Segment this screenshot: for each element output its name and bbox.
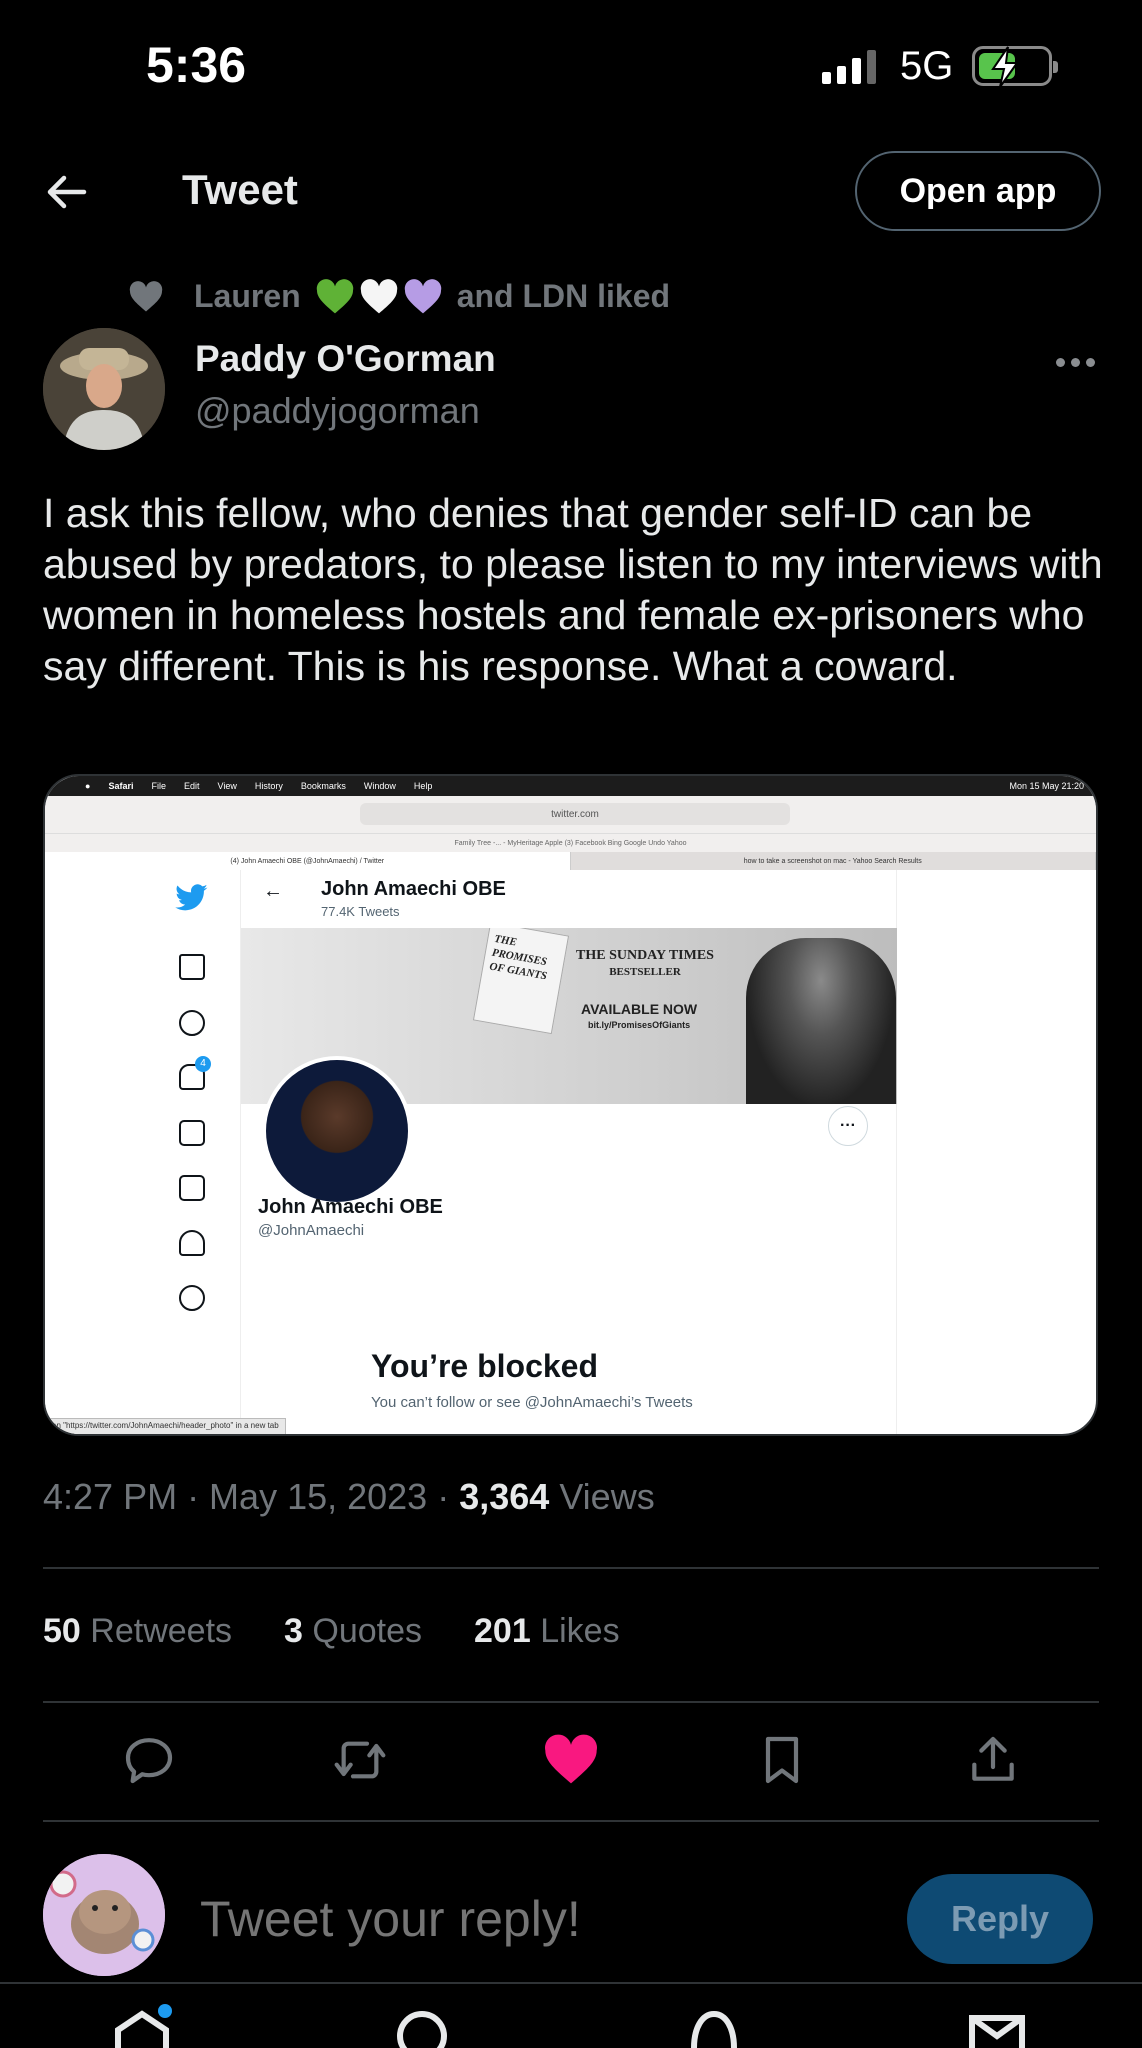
tweet-meta: 4:27 PM · May 15, 2023 · 3,364 Views	[43, 1476, 655, 1518]
reply-button[interactable]: Reply	[907, 1874, 1093, 1964]
retweets-stat[interactable]: 50 Retweets	[43, 1612, 232, 1651]
twitter-sidebar: 4 ✎	[45, 870, 241, 1434]
more-circle-icon	[179, 1285, 205, 1311]
menu-item: Safari	[108, 781, 134, 791]
likes-count: 201	[474, 1612, 531, 1650]
banner-line1: THE SUNDAY TIMES	[576, 948, 714, 963]
home-icon	[179, 954, 205, 980]
profile-header-name: John Amaechi OBE	[321, 878, 506, 900]
banner-line2: BESTSELLER	[609, 966, 681, 978]
twitter-blue-icon	[179, 1175, 205, 1201]
page-title: Tweet	[182, 166, 298, 213]
nav-home-badge	[158, 2004, 172, 2018]
banner-link: bit.ly/PromisesOfGiants	[588, 1020, 691, 1030]
messages-icon	[179, 1120, 205, 1146]
search-icon	[179, 1010, 205, 1036]
profile-back-icon: ←	[263, 880, 283, 902]
author-avatar[interactable]	[43, 328, 165, 450]
banner-headline: THE SUNDAY TIMES BESTSELLER	[576, 948, 714, 980]
author-name[interactable]: Paddy O'Gorman	[195, 338, 496, 380]
safari-toolbar: twitter.com	[45, 796, 1096, 834]
signal-icon	[822, 50, 876, 84]
user-avatar[interactable]	[43, 1854, 165, 1976]
like-icon[interactable]	[543, 1732, 599, 1788]
battery-icon	[972, 46, 1058, 88]
tweet-timestamp[interactable]: 4:27 PM · May 15, 2023 ·	[43, 1476, 459, 1517]
browser-tabs: (4) John Amaechi OBE (@JohnAmaechi) / Tw…	[45, 852, 1096, 870]
heart-icon	[129, 280, 163, 312]
retweet-icon[interactable]	[332, 1732, 388, 1788]
liked-suffix: and LDN liked	[456, 278, 671, 314]
reply-input[interactable]	[200, 1890, 860, 1948]
menu-item: Help	[413, 781, 433, 791]
retweets-count: 50	[43, 1612, 81, 1650]
more-options-icon[interactable]	[1056, 358, 1095, 367]
share-icon[interactable]	[965, 1732, 1021, 1788]
action-bar	[43, 1732, 1099, 1788]
views-label: Views	[559, 1476, 655, 1517]
quotes-label: Quotes	[312, 1612, 423, 1650]
reply-icon[interactable]	[121, 1732, 177, 1788]
menu-item: Bookmarks	[300, 781, 346, 791]
divider	[43, 1701, 1099, 1703]
quotes-stat[interactable]: 3 Quotes	[284, 1612, 422, 1651]
book-cover: THE PROMISES OF GIANTS	[472, 928, 570, 1035]
status-time: 5:36	[146, 37, 247, 93]
menu-item: View	[217, 781, 237, 791]
quotes-count: 3	[284, 1612, 303, 1650]
banner-portrait	[746, 938, 896, 1104]
heart-emojis	[315, 278, 443, 315]
tab-inactive: how to take a screenshot on mac - Yahoo …	[570, 852, 1096, 870]
divider	[0, 1982, 1142, 1984]
blocked-title: You’re blocked	[371, 1348, 599, 1384]
twitter-bird-icon	[175, 884, 208, 911]
network-type: 5G	[900, 44, 954, 88]
profile-display-name: John Amaechi OBE	[258, 1196, 443, 1218]
menu-item: File	[151, 781, 166, 791]
menu-item: History	[254, 781, 283, 791]
open-app-button[interactable]: Open app	[855, 151, 1101, 231]
nav-notifications-icon[interactable]	[686, 2008, 742, 2048]
back-arrow-icon[interactable]	[44, 170, 88, 219]
divider	[43, 1567, 1099, 1569]
green-heart-icon	[316, 278, 353, 313]
favorites-bar: Family Tree -... - MyHeritage Apple (3) …	[45, 834, 1096, 852]
bookmark-icon[interactable]	[754, 1732, 810, 1788]
bottom-nav	[0, 2000, 1142, 2048]
mac-menu-bar: ● Safari File Edit View History Bookmark…	[45, 776, 1096, 796]
profile-icon	[179, 1230, 205, 1256]
address-bar: twitter.com	[360, 803, 790, 825]
notification-badge: 4	[195, 1056, 211, 1072]
menu-item: Window	[363, 781, 396, 791]
banner-available: AVAILABLE NOW bit.ly/PromisesOfGiants	[581, 1002, 697, 1032]
twitter-profile: ← John Amaechi OBE 77.4K Tweets THE PROM…	[241, 870, 897, 1434]
purple-heart-icon	[404, 278, 441, 313]
views-count: 3,364	[459, 1476, 550, 1517]
tweet-stats: 50 Retweets 3 Quotes 201 Likes	[43, 1612, 620, 1651]
browser-status-url: en "https://twitter.com/JohnAmaechi/head…	[45, 1418, 286, 1434]
menu-item: Edit	[183, 781, 200, 791]
profile-more-icon: ···	[828, 1106, 868, 1146]
white-heart-icon	[360, 278, 397, 313]
blocked-subtitle: You can’t follow or see @JohnAmaechi’s T…	[371, 1394, 693, 1411]
tab-active: (4) John Amaechi OBE (@JohnAmaechi) / Tw…	[45, 852, 571, 870]
social-context: Lauren and LDN liked	[128, 278, 670, 315]
divider	[43, 1820, 1099, 1822]
author-handle[interactable]: @paddyjogorman	[195, 390, 480, 432]
retweets-label: Retweets	[90, 1612, 233, 1650]
nav-messages-icon[interactable]	[968, 2014, 1026, 2048]
likes-stat[interactable]: 201 Likes	[474, 1612, 620, 1651]
tweet-image[interactable]: ● Safari File Edit View History Bookmark…	[43, 774, 1098, 1436]
tweet-text: I ask this fellow, who denies that gende…	[43, 490, 1103, 689]
profile-avatar	[262, 1056, 412, 1206]
nav-search-icon[interactable]	[394, 2008, 450, 2048]
likes-label: Likes	[540, 1612, 620, 1650]
profile-tweet-count: 77.4K Tweets	[321, 904, 400, 919]
banner-avail-text: AVAILABLE NOW	[581, 1001, 698, 1017]
profile-handle: @JohnAmaechi	[258, 1222, 365, 1239]
mac-clock: Mon 15 May 21:20	[1009, 781, 1084, 791]
liker-name[interactable]: Lauren	[194, 278, 301, 315]
apple-icon: ●	[85, 781, 91, 791]
